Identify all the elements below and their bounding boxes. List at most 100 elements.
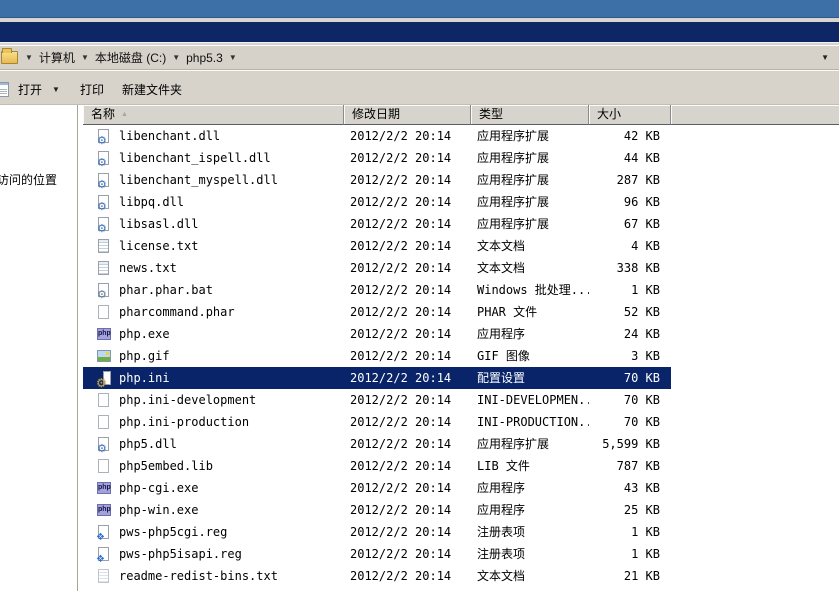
blank-file-icon [96, 414, 112, 430]
table-row[interactable]: news.txt 2012/2/2 20:14 文本文档 338 KB [83, 257, 839, 279]
chevron-down-icon[interactable]: ▼ [168, 53, 184, 62]
explorer-content: 访问的位置 名称 ▲ 修改日期 类型 大小 ⚙ libenchant.dll 20… [0, 105, 839, 591]
file-size: 25 KB [589, 499, 671, 521]
file-name: pharcommand.phar [119, 301, 235, 323]
command-toolbar: 打开 ▼ 打印 新建文件夹 [0, 72, 839, 105]
table-row[interactable]: ⚙ libenchant_myspell.dll 2012/2/2 20:14 … [83, 169, 839, 191]
address-history-dropdown-icon[interactable]: ▼ [821, 53, 829, 62]
file-date-modified: 2012/2/2 20:14 [344, 235, 471, 257]
file-date-modified: 2012/2/2 20:14 [344, 455, 471, 477]
file-name: license.txt [119, 235, 198, 257]
file-size: 287 KB [589, 169, 671, 191]
table-row[interactable]: ⚙ php5.dll 2012/2/2 20:14 应用程序扩展 5,599 K… [83, 433, 839, 455]
file-date-modified: 2012/2/2 20:14 [344, 213, 471, 235]
file-type: 应用程序扩展 [471, 147, 589, 169]
table-row[interactable]: pharcommand.phar 2012/2/2 20:14 PHAR 文件 … [83, 301, 839, 323]
blank-file-icon [96, 304, 112, 320]
column-header-type[interactable]: 类型 [471, 105, 589, 125]
dll-file-icon: ⚙ [96, 128, 112, 144]
file-size: 1 KB [589, 521, 671, 543]
file-type: 文本文档 [471, 257, 589, 279]
table-row[interactable]: php.gif 2012/2/2 20:14 GIF 图像 3 KB [83, 345, 839, 367]
file-name: pws-php5isapi.reg [119, 543, 242, 565]
file-size: 787 KB [589, 455, 671, 477]
file-name: php.ini-production [119, 411, 249, 433]
folder-icon [1, 51, 18, 64]
breadcrumb-php53[interactable]: php5.3 [184, 50, 225, 66]
file-type: 文本文档 [471, 565, 589, 587]
file-name: news.txt [119, 257, 177, 279]
file-size: 3 KB [589, 345, 671, 367]
file-type: 注册表项 [471, 521, 589, 543]
file-size: 338 KB [589, 257, 671, 279]
new-folder-button[interactable]: 新建文件夹 [118, 78, 186, 101]
file-date-modified: 2012/2/2 20:14 [344, 499, 471, 521]
open-file-icon [0, 82, 9, 97]
file-size: 70 KB [589, 367, 671, 389]
background-window-title-bar [0, 0, 839, 18]
column-header-name-label: 名称 [91, 107, 115, 121]
sort-ascending-icon: ▲ [121, 111, 128, 118]
txt-file-icon [96, 238, 112, 254]
table-row[interactable]: ⚙ php.ini 2012/2/2 20:14 配置设置 70 KB [83, 367, 839, 389]
file-date-modified: 2012/2/2 20:14 [344, 323, 471, 345]
php-file-icon: php [96, 326, 112, 342]
file-size: 42 KB [589, 125, 671, 147]
file-size: 70 KB [589, 389, 671, 411]
table-row[interactable]: php.ini-development 2012/2/2 20:14 INI-D… [83, 389, 839, 411]
breadcrumb-computer[interactable]: 计算机 [37, 48, 77, 67]
table-row[interactable]: ⚙ libenchant.dll 2012/2/2 20:14 应用程序扩展 4… [83, 125, 839, 147]
file-type: Windows 批处理... [471, 279, 589, 301]
table-row[interactable]: php php.exe 2012/2/2 20:14 应用程序 24 KB [83, 323, 839, 345]
file-type: INI-PRODUCTION... [471, 411, 589, 433]
file-date-modified: 2012/2/2 20:14 [344, 521, 471, 543]
gif-file-icon [96, 348, 112, 364]
chevron-down-icon[interactable]: ▼ [21, 53, 37, 62]
table-row[interactable]: license.txt 2012/2/2 20:14 文本文档 4 KB [83, 235, 839, 257]
column-header-name[interactable]: 名称 ▲ [83, 105, 344, 125]
table-row[interactable]: ⚙ phar.phar.bat 2012/2/2 20:14 Windows 批… [83, 279, 839, 301]
file-name: php-win.exe [119, 499, 198, 521]
table-row[interactable]: php php-cgi.exe 2012/2/2 20:14 应用程序 43 K… [83, 477, 839, 499]
table-row[interactable]: php php-win.exe 2012/2/2 20:14 应用程序 25 K… [83, 499, 839, 521]
file-list: ⚙ libenchant.dll 2012/2/2 20:14 应用程序扩展 4… [83, 125, 839, 591]
table-row[interactable]: ⚙ libenchant_ispell.dll 2012/2/2 20:14 应… [83, 147, 839, 169]
file-date-modified: 2012/2/2 20:14 [344, 389, 471, 411]
dll-file-icon: ⚙ [96, 172, 112, 188]
table-row[interactable]: ❖ pws-php5isapi.reg 2012/2/2 20:14 注册表项 … [83, 543, 839, 565]
file-size: 1 KB [589, 279, 671, 301]
column-header-date-modified[interactable]: 修改日期 [344, 105, 471, 125]
table-row[interactable]: readme-redist-bins.txt 2012/2/2 20:14 文本… [83, 565, 839, 587]
file-name: php-cgi.exe [119, 477, 198, 499]
sidebar-item-recent-places[interactable]: 访问的位置 [0, 171, 57, 188]
open-button[interactable]: 打开 [14, 78, 46, 101]
breadcrumb-local-disk-c[interactable]: 本地磁盘 (C:) [93, 48, 168, 67]
print-button[interactable]: 打印 [76, 78, 108, 101]
reg-file-icon: ❖ [96, 546, 112, 562]
column-header-size[interactable]: 大小 [589, 105, 671, 125]
file-date-modified: 2012/2/2 20:14 [344, 191, 471, 213]
chevron-down-icon[interactable]: ▼ [77, 53, 93, 62]
file-name: libenchant_myspell.dll [119, 169, 278, 191]
php-file-icon: php [96, 480, 112, 496]
dll-file-icon: ⚙ [96, 216, 112, 232]
table-row[interactable]: ⚙ libsasl.dll 2012/2/2 20:14 应用程序扩展 67 K… [83, 213, 839, 235]
bat-file-icon: ⚙ [96, 282, 112, 298]
file-date-modified: 2012/2/2 20:14 [344, 543, 471, 565]
file-type: PHAR 文件 [471, 301, 589, 323]
chevron-down-icon[interactable]: ▼ [225, 53, 241, 62]
table-row[interactable]: php5embed.lib 2012/2/2 20:14 LIB 文件 787 … [83, 455, 839, 477]
dll-file-icon: ⚙ [96, 436, 112, 452]
php-file-icon: php [96, 502, 112, 518]
file-date-modified: 2012/2/2 20:14 [344, 565, 471, 587]
table-row[interactable]: php.ini-production 2012/2/2 20:14 INI-PR… [83, 411, 839, 433]
file-name: libpq.dll [119, 191, 184, 213]
table-row[interactable]: ❖ pws-php5cgi.reg 2012/2/2 20:14 注册表项 1 … [83, 521, 839, 543]
file-date-modified: 2012/2/2 20:14 [344, 257, 471, 279]
table-row[interactable]: ⚙ libpq.dll 2012/2/2 20:14 应用程序扩展 96 KB [83, 191, 839, 213]
file-size: 44 KB [589, 147, 671, 169]
open-dropdown-icon[interactable]: ▼ [46, 85, 70, 94]
file-date-modified: 2012/2/2 20:14 [344, 345, 471, 367]
navigation-sidebar: 访问的位置 [0, 105, 78, 591]
file-name: php5.dll [119, 433, 177, 455]
